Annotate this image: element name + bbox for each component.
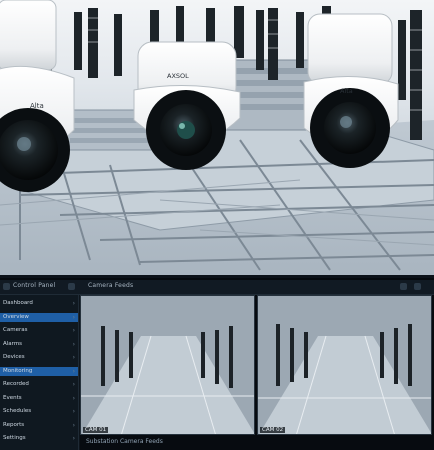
settings-icon[interactable]: [400, 283, 407, 290]
sidebar-item[interactable]: Devices ›: [0, 353, 78, 362]
sidebar-item[interactable]: Dashboard ›: [0, 299, 78, 308]
composite-image: Alta AXSOL Alta Control Panel Camera Fee…: [0, 0, 434, 450]
app-logo-icon: [3, 283, 10, 290]
feed-2-image: [258, 296, 431, 434]
chevron-right-icon: ›: [72, 313, 75, 321]
console-title-bar: Control Panel Camera Feeds: [0, 280, 434, 295]
camera-feeds-panel: CAM 01 CAM 02 Substation Camera Feeds: [80, 295, 434, 450]
sidebar-item-label: Settings: [3, 435, 26, 441]
chevron-right-icon: ›: [72, 381, 75, 388]
feed-1-image: [81, 296, 254, 434]
feed-1-label: CAM 01: [83, 427, 109, 433]
chevron-right-icon: ›: [72, 327, 75, 334]
sidebar-item-label: Cameras: [3, 327, 28, 333]
sidebar-item-label: Devices: [3, 354, 25, 360]
chevron-right-icon: ›: [72, 300, 75, 307]
chevron-right-icon: ›: [72, 408, 75, 415]
sidebar-item[interactable]: Cameras ›: [0, 326, 78, 335]
substation-illustration: Alta AXSOL Alta: [0, 0, 434, 275]
feeds-caption: Substation Camera Feeds: [86, 438, 163, 445]
substation-photo: Alta AXSOL Alta: [0, 0, 434, 275]
sidebar-item-label: Monitoring: [3, 367, 33, 374]
chevron-right-icon: ›: [72, 435, 75, 442]
app-title: Control Panel: [13, 282, 56, 289]
sidebar-item-label: Events: [3, 394, 22, 401]
sidebar-item-label: Alarms: [3, 340, 23, 347]
sidebar-item[interactable]: Events ›: [0, 394, 78, 403]
sidebar-item-label: Recorded: [3, 381, 29, 387]
sidebar-item[interactable]: Recorded ›: [0, 380, 78, 389]
feed-2-label: CAM 02: [260, 427, 286, 433]
camera-brand-center: AXSOL: [167, 72, 189, 80]
chevron-right-icon: ›: [72, 354, 75, 361]
camera-feed-1[interactable]: CAM 01: [80, 295, 255, 435]
sidebar: Dashboard › Overview › Cameras › Alarms › Device…: [0, 295, 79, 450]
sidebar-item-label: Dashboard: [3, 300, 33, 306]
view-title: Camera Feeds: [88, 282, 134, 289]
monitoring-console: Control Panel Camera Feeds Dashboard › Ove…: [0, 278, 434, 450]
chevron-right-icon: ›: [72, 394, 75, 402]
dome-camera-right: Alta: [303, 13, 399, 168]
sidebar-item-label: Overview: [3, 313, 29, 320]
camera-brand-left: Alta: [30, 102, 44, 110]
sidebar-item[interactable]: Overview ›: [0, 312, 78, 322]
chevron-right-icon: ›: [72, 367, 75, 375]
sidebar-item[interactable]: Monitoring ›: [0, 366, 78, 376]
sidebar-item-label: Schedules: [3, 408, 32, 414]
sidebar-item[interactable]: Schedules ›: [0, 407, 78, 416]
chevron-right-icon: ›: [72, 340, 75, 348]
sidebar-item[interactable]: Alarms ›: [0, 340, 78, 349]
sidebar-item[interactable]: Settings ›: [0, 434, 78, 443]
chevron-right-icon: ›: [72, 421, 75, 429]
camera-icon: [68, 283, 75, 290]
close-icon[interactable]: [414, 283, 421, 290]
camera-feed-2[interactable]: CAM 02: [257, 295, 432, 435]
dome-camera-left: Alta: [0, 0, 75, 192]
camera-brand-right: Alta: [340, 87, 353, 95]
sidebar-item-label: Reports: [3, 421, 25, 428]
sidebar-item[interactable]: Reports ›: [0, 421, 78, 430]
